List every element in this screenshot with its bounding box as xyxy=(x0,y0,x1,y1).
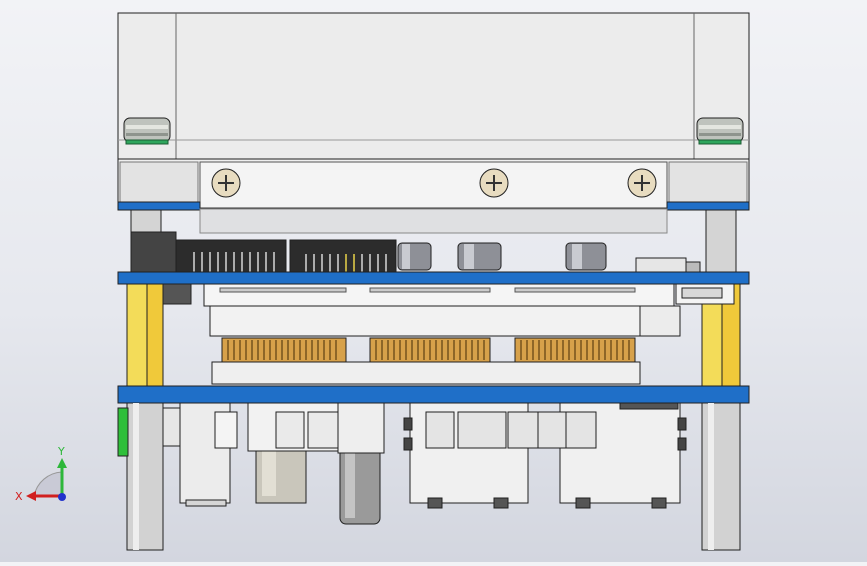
standoff-lower-right xyxy=(701,402,741,551)
cap-screw-left xyxy=(123,117,171,145)
pin-header-left xyxy=(175,239,287,273)
standoff-upper-right xyxy=(705,209,737,273)
x-axis-label: X xyxy=(15,490,23,503)
screw-head-left xyxy=(211,168,241,198)
assembly-drawing: Y X xyxy=(15,12,750,551)
gold-header-1 xyxy=(221,337,347,363)
z-axis-dot xyxy=(58,493,66,501)
gold-header-3 xyxy=(514,337,636,363)
bottom-pcb xyxy=(117,385,750,404)
port-left-middle xyxy=(247,402,339,504)
heatsink xyxy=(117,12,750,160)
standoff-yellow-right-outer xyxy=(701,299,723,387)
port-audio xyxy=(337,402,385,525)
green-terminal xyxy=(117,407,129,457)
cap-screw-right xyxy=(696,117,744,145)
screw-head-center xyxy=(479,168,509,198)
screw-head-right xyxy=(627,168,657,198)
port-usb-2 xyxy=(507,402,687,509)
port-left xyxy=(179,402,238,507)
btb-connector-housing xyxy=(203,283,675,307)
pin-header-center xyxy=(289,239,397,273)
cad-viewport[interactable]: Y X xyxy=(0,0,867,562)
standoff-yellow-left-outer xyxy=(126,283,148,387)
standoff-lower-left xyxy=(126,402,164,551)
capacitor-3 xyxy=(565,242,607,271)
y-axis-label: Y xyxy=(57,445,65,458)
gold-header-2 xyxy=(369,337,491,363)
coordinate-triad: Y X xyxy=(15,445,67,503)
top-pcb xyxy=(117,271,750,285)
standoff-yellow-left-inner xyxy=(146,283,164,387)
capacitor-2 xyxy=(457,242,502,271)
capacitor-1 xyxy=(397,242,432,271)
